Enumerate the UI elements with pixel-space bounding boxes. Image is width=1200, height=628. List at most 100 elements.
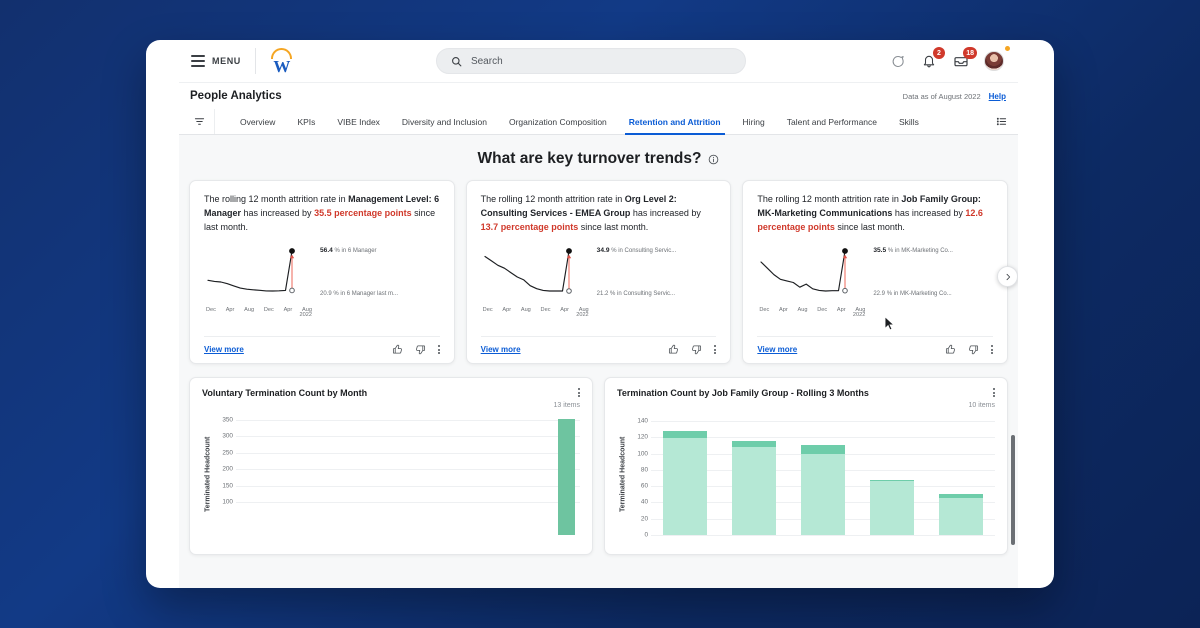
- y-tick-label: 0: [644, 531, 648, 539]
- bar[interactable]: [558, 418, 576, 535]
- sparkline-year-row: DecAprAugDecApr2022: [757, 312, 867, 318]
- thumbs-down-icon[interactable]: [968, 344, 979, 355]
- y-tick-label: 150: [222, 482, 233, 490]
- chart-overflow-menu-icon[interactable]: [578, 388, 580, 398]
- thumbs-up-icon[interactable]: [668, 344, 679, 355]
- device-frame: MENU W Search 2 18 People Analytics Data…: [146, 40, 1054, 588]
- content-scroll-area[interactable]: What are key turnover trends? The rollin…: [179, 135, 1018, 588]
- global-header: MENU W Search 2 18: [179, 40, 1018, 82]
- insight-text: The rolling 12 month attrition rate in O…: [481, 193, 717, 235]
- bar-slot: [368, 413, 394, 535]
- chat-icon[interactable]: [888, 52, 906, 70]
- legend-previous-unit: % in MK-Marketing Co...: [886, 290, 952, 297]
- stacked-bar[interactable]: [938, 494, 983, 535]
- search-input[interactable]: Search: [435, 48, 746, 74]
- notifications-icon[interactable]: 2: [920, 47, 945, 70]
- sparkline-wrap: DecAprAugDecAprAug DecAprAugDecApr2022: [757, 245, 867, 319]
- page-title-bar: People Analytics Data as of August 2022 …: [179, 82, 1018, 109]
- y-tick-label: 100: [222, 498, 233, 506]
- thumbs-down-icon[interactable]: [691, 344, 702, 355]
- insight-card-footer: View more: [757, 336, 994, 363]
- tab-talent-and-performance[interactable]: Talent and Performance: [776, 109, 888, 134]
- y-tick-label: 100: [637, 450, 648, 458]
- legend-previous-value: 22.9: [873, 290, 886, 297]
- sparkline-tick: Apr: [836, 306, 846, 313]
- list-view-icon[interactable]: [984, 109, 1018, 134]
- insight-card: The rolling 12 month attrition rate in O…: [465, 180, 732, 364]
- insight-text-mid: has increased by: [630, 207, 701, 218]
- sparkline-legend: 56.4 % in 6 Manager 20.9 % in 6 Manager …: [320, 245, 398, 297]
- tab-retention-and-attrition[interactable]: Retention and Attrition: [618, 109, 732, 135]
- view-more-link[interactable]: View more: [757, 345, 797, 354]
- legend-current: 35.5 % in MK-Marketing Co...: [873, 247, 953, 254]
- tab-overview[interactable]: Overview: [229, 109, 286, 134]
- feedback-icons: [392, 344, 440, 355]
- card-overflow-menu-icon[interactable]: [714, 344, 717, 355]
- notifications-badge: 2: [933, 47, 945, 59]
- inbox-badge: 18: [963, 47, 977, 59]
- bars-container: [236, 413, 580, 535]
- bar-slot: [789, 413, 858, 535]
- legend-previous: 20.9 % in 6 Manager last m...: [320, 291, 398, 297]
- tab-hiring[interactable]: Hiring: [732, 109, 776, 134]
- filter-icon[interactable]: [185, 109, 215, 134]
- attrition-sparkline: [760, 247, 849, 294]
- data-as-of-label: Data as of August 2022: [902, 91, 981, 101]
- bar-slot: [720, 413, 789, 535]
- y-tick-label: 250: [222, 449, 233, 457]
- thumbs-up-icon[interactable]: [392, 344, 403, 355]
- avatar[interactable]: [984, 46, 1010, 71]
- sparkline-year-row: DecAprAugDecApr2022: [481, 312, 591, 318]
- bar-slot: [651, 413, 720, 535]
- card-overflow-menu-icon[interactable]: [437, 344, 440, 355]
- legend-current-value: 34.9: [596, 246, 610, 254]
- thumbs-up-icon[interactable]: [945, 344, 956, 355]
- sparkline-tick: Aug: [520, 306, 531, 313]
- stacked-bar[interactable]: [663, 430, 708, 535]
- help-link[interactable]: Help: [989, 92, 1006, 101]
- feedback-icons: [945, 344, 994, 355]
- view-more-link[interactable]: View more: [204, 345, 244, 354]
- attrition-sparkline: [207, 247, 295, 294]
- logo-letter: W: [273, 57, 291, 76]
- vertical-scrollbar[interactable]: [1011, 435, 1015, 545]
- sparkline-tick: Dec: [817, 306, 828, 313]
- tab-bar: Overview KPIs VIBE Index Diversity and Incl…: [179, 109, 1018, 135]
- inbox-icon[interactable]: 18: [952, 47, 977, 70]
- tab-diversity-and-inclusion[interactable]: Diversity and Inclusion: [391, 109, 498, 134]
- stacked-bar[interactable]: [732, 441, 777, 535]
- info-icon[interactable]: [708, 154, 719, 165]
- tab-kpis[interactable]: KPIs: [286, 109, 326, 134]
- sparkline-tick: Apr: [779, 306, 788, 313]
- tab-skills[interactable]: Skills: [888, 109, 930, 134]
- app-viewport: MENU W Search 2 18 People Analytics Data…: [179, 40, 1018, 588]
- stacked-bar[interactable]: [869, 479, 914, 535]
- sparkline-year: 2022: [852, 312, 866, 319]
- section-heading: What are key turnover trends?: [179, 135, 1018, 180]
- card-overflow-menu-icon[interactable]: [991, 344, 994, 355]
- legend-previous-unit: % in Consulting Servic...: [610, 290, 676, 297]
- bar-slot: [236, 413, 262, 535]
- workday-logo-icon[interactable]: W: [270, 48, 294, 76]
- tab-organization-composition[interactable]: Organization Composition: [498, 109, 618, 134]
- carousel-next-button[interactable]: [997, 266, 1018, 287]
- tab-vibe-index[interactable]: VIBE Index: [326, 109, 391, 134]
- hamburger-icon: [191, 55, 205, 67]
- sparkline-area: DecAprAugDecAprAug DecAprAugDecApr2022 5…: [204, 245, 440, 336]
- search-icon: [452, 56, 462, 66]
- thumbs-down-icon[interactable]: [415, 344, 426, 355]
- stacked-bar[interactable]: [800, 444, 845, 535]
- bar-segment-base: [663, 438, 708, 535]
- insight-text-mid: has increased by: [241, 207, 315, 218]
- sparkline-tick: Apr: [225, 306, 235, 313]
- plot-area: [651, 413, 995, 536]
- view-more-link[interactable]: View more: [481, 345, 521, 354]
- sparkline-tick: Apr: [283, 306, 293, 313]
- bar-slot: [501, 413, 527, 535]
- insight-cards: The rolling 12 month attrition rate in M…: [179, 180, 1018, 364]
- menu-button[interactable]: MENU: [189, 51, 249, 71]
- y-tick-label: 60: [640, 482, 648, 490]
- chart-overflow-menu-icon[interactable]: [993, 388, 995, 398]
- legend-current-unit: % in Consulting Servic...: [611, 247, 677, 254]
- insight-card-footer: View more: [480, 336, 717, 363]
